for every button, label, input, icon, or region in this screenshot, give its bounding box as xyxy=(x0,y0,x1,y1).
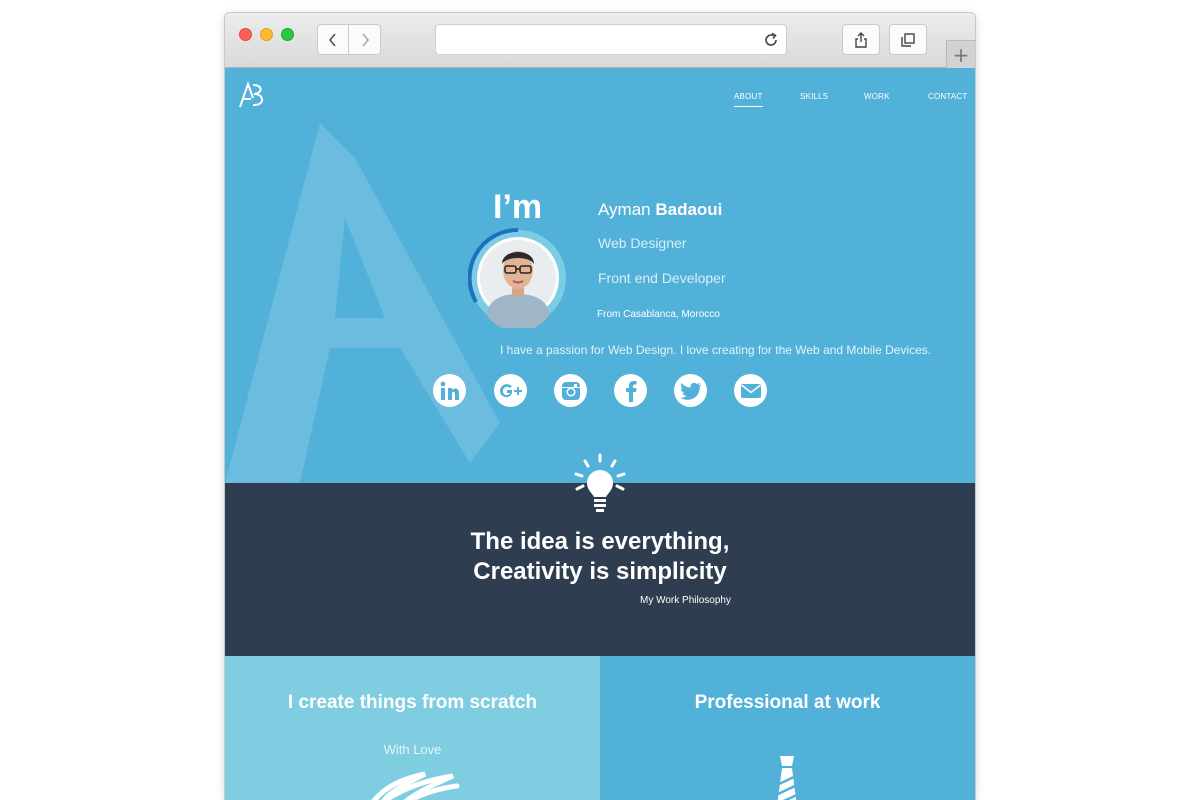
reload-icon[interactable] xyxy=(762,31,780,49)
role-web-designer: Web Designer xyxy=(598,235,687,251)
linkedin-icon xyxy=(440,381,459,400)
maximize-window-button[interactable] xyxy=(281,28,294,41)
panel-professional: Professional at work xyxy=(600,656,975,800)
minimize-window-button[interactable] xyxy=(260,28,273,41)
first-name: Ayman xyxy=(598,200,651,219)
philosophy-line-2: Creativity is simplicity xyxy=(473,558,727,585)
panel-left-subtitle: With Love xyxy=(383,742,442,757)
philosophy-caption: My Work Philosophy xyxy=(640,595,731,606)
twitter-icon xyxy=(679,382,701,400)
passion-text: I have a passion for Web Design. I love … xyxy=(500,343,932,357)
linkedin-link[interactable] xyxy=(433,374,466,407)
panel-right-title: Professional at work xyxy=(694,692,881,713)
facebook-link[interactable] xyxy=(614,374,647,407)
new-tab-button[interactable]: + xyxy=(946,40,975,69)
chevron-right-icon xyxy=(361,32,369,47)
google-plus-link[interactable] xyxy=(494,374,527,407)
profile-name: Ayman Badaoui xyxy=(598,200,722,220)
share-icon xyxy=(855,31,867,48)
back-button[interactable] xyxy=(317,24,349,55)
portfolio-page: ABOUT SKILLS WORK CONTACT I’m Ayman Bada… xyxy=(225,68,975,800)
chevron-left-icon xyxy=(328,32,336,47)
nav-skills[interactable]: SKILLS xyxy=(800,92,828,101)
panel-from-scratch: I create things from scratch With Love xyxy=(225,656,600,800)
nav-about[interactable]: ABOUT xyxy=(734,92,763,107)
hero-section: ABOUT SKILLS WORK CONTACT I’m Ayman Bada… xyxy=(225,68,975,483)
tabs-overview-button[interactable] xyxy=(889,24,927,55)
scribble-icon xyxy=(371,771,460,800)
twitter-link[interactable] xyxy=(674,374,707,407)
location-text: From Casablanca, Morocco xyxy=(597,309,720,320)
last-name: Badaoui xyxy=(655,200,723,219)
avatar xyxy=(468,228,566,328)
lightbulb-icon xyxy=(574,453,626,512)
instagram-icon xyxy=(561,381,580,400)
role-front-end-developer: Front end Developer xyxy=(598,270,726,286)
philosophy-line-1: The idea is everything, xyxy=(470,528,730,555)
necktie-icon xyxy=(777,756,798,800)
forward-button[interactable] xyxy=(349,24,381,55)
im-heading: I’m xyxy=(493,188,543,226)
social-links xyxy=(433,374,773,408)
share-button[interactable] xyxy=(842,24,880,55)
email-link[interactable] xyxy=(734,374,767,407)
close-window-button[interactable] xyxy=(239,28,252,41)
ab-logo[interactable] xyxy=(237,80,267,110)
google-plus-icon xyxy=(499,383,522,397)
browser-toolbar: + xyxy=(225,13,975,69)
panel-left-title: I create things from scratch xyxy=(287,692,538,713)
address-bar[interactable] xyxy=(435,24,787,55)
email-icon xyxy=(740,383,761,398)
tabs-icon xyxy=(901,32,915,47)
nav-work[interactable]: WORK xyxy=(864,92,890,101)
history-buttons xyxy=(317,24,381,55)
instagram-link[interactable] xyxy=(554,374,587,407)
browser-window: + ABOUT SKILLS WORK CONTACT I’m Ayman Ba… xyxy=(225,13,975,800)
nav-contact[interactable]: CONTACT xyxy=(928,92,967,101)
facebook-icon xyxy=(625,380,636,402)
